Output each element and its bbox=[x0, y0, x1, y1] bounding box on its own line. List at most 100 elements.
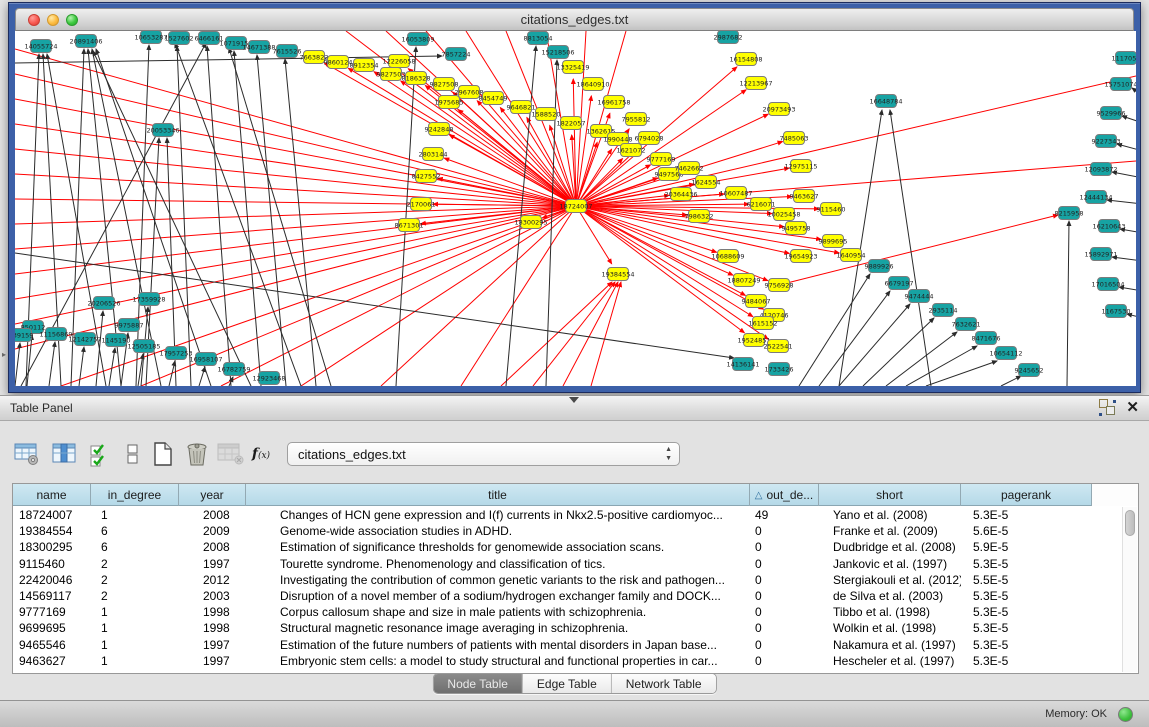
graph-edge[interactable] bbox=[15, 206, 576, 224]
cell-short[interactable]: Stergiakouli et al. (2012) bbox=[819, 572, 961, 588]
graph-edge[interactable] bbox=[15, 206, 576, 299]
window-titlebar[interactable]: citations_edges.txt bbox=[15, 8, 1134, 31]
cell-title[interactable]: Corpus callosum shape and size in male p… bbox=[246, 604, 750, 620]
cell-name[interactable]: 19384554 bbox=[13, 523, 91, 539]
cell-short[interactable]: Franke et al. (2009) bbox=[819, 523, 961, 539]
graph-edge[interactable] bbox=[1067, 221, 1069, 386]
cell-out_degree[interactable]: 49 bbox=[750, 507, 819, 523]
network-view-window[interactable]: citations_edges.txt 18724007766382298601… bbox=[8, 2, 1141, 393]
cell-out_degree[interactable]: 0 bbox=[750, 620, 819, 636]
graph-node[interactable]: 9529966 bbox=[1097, 107, 1126, 120]
show-columns-button[interactable] bbox=[50, 439, 80, 469]
cell-out_degree[interactable]: 0 bbox=[750, 572, 819, 588]
cell-name[interactable]: 18300295 bbox=[13, 539, 91, 555]
network-canvas[interactable]: 1872400776638229860124891235412226058982… bbox=[15, 31, 1136, 386]
table-row[interactable]: 969969511998Structural magnetic resonanc… bbox=[13, 620, 1138, 636]
graph-node[interactable]: 12093872 bbox=[1084, 163, 1117, 176]
graph-node[interactable]: 8912354 bbox=[350, 59, 379, 72]
graph-edge[interactable] bbox=[285, 59, 316, 386]
graph-edge[interactable] bbox=[96, 311, 103, 386]
graph-node[interactable]: 7632621 bbox=[952, 318, 981, 331]
graph-node[interactable]: 20053346 bbox=[146, 124, 179, 137]
graph-edge[interactable] bbox=[177, 46, 191, 386]
cell-title[interactable]: Genome-wide association studies in ADHD. bbox=[246, 523, 750, 539]
cell-name[interactable]: 14569117 bbox=[13, 588, 91, 604]
cell-short[interactable]: Yano et al. (2008) bbox=[819, 507, 961, 523]
cell-pagerank[interactable]: 5.3E-5 bbox=[961, 507, 1092, 523]
cell-short[interactable]: Hescheler et al. (1997) bbox=[819, 653, 961, 669]
cell-short[interactable]: Tibbo et al. (1998) bbox=[819, 604, 961, 620]
table-options-button[interactable] bbox=[12, 439, 42, 469]
cell-name[interactable]: 9115460 bbox=[13, 556, 91, 572]
graph-node[interactable]: 9860124 bbox=[324, 56, 353, 69]
graph-node[interactable]: 2522541 bbox=[764, 340, 793, 353]
graph-node[interactable]: 12975115 bbox=[784, 160, 817, 173]
cell-year[interactable]: 1997 bbox=[179, 637, 246, 653]
graph-node[interactable]: 17359928 bbox=[132, 293, 165, 306]
graph-node[interactable]: 9495758 bbox=[782, 222, 811, 235]
graph-node[interactable]: 12142757 bbox=[68, 333, 101, 346]
graph-edge[interactable] bbox=[221, 206, 576, 386]
delete-column-button[interactable] bbox=[182, 439, 212, 469]
cell-name[interactable]: 9465546 bbox=[13, 637, 91, 653]
table-row[interactable]: 946362711997Embryonic stem cells: a mode… bbox=[13, 653, 1138, 669]
hidden-panel-arrow[interactable]: ▸ bbox=[2, 350, 6, 359]
graph-edge[interactable] bbox=[576, 206, 612, 264]
graph-node[interactable]: 12444134 bbox=[1079, 191, 1112, 204]
graph-node[interactable]: 12226058 bbox=[382, 55, 415, 68]
graph-node[interactable]: 9474444 bbox=[905, 290, 934, 303]
graph-node[interactable]: 1145190 bbox=[102, 334, 131, 347]
cell-pagerank[interactable]: 5.9E-5 bbox=[961, 539, 1092, 555]
cell-in_degree[interactable]: 1 bbox=[91, 620, 179, 636]
cell-short[interactable]: de Silva et al. (2003) bbox=[819, 588, 961, 604]
graph-node[interactable]: 8813054 bbox=[524, 32, 553, 45]
vertical-scrollbar[interactable] bbox=[1122, 507, 1137, 672]
graph-node[interactable]: 9242848 bbox=[425, 123, 454, 136]
graph-node[interactable]: 12213967 bbox=[739, 77, 772, 90]
graph-node[interactable]: 14671388 bbox=[242, 41, 275, 54]
cell-title[interactable]: Structural magnetic resonance image aver… bbox=[246, 620, 750, 636]
graph-node[interactable]: 16648784 bbox=[869, 95, 902, 108]
graph-node[interactable]: 8454749 bbox=[479, 92, 508, 105]
graph-edge[interactable] bbox=[136, 45, 149, 386]
cell-in_degree[interactable]: 2 bbox=[91, 588, 179, 604]
tab-edge-table[interactable]: Edge Table bbox=[522, 674, 611, 693]
cell-out_degree[interactable]: 0 bbox=[750, 539, 819, 555]
graph-node[interactable]: 9889926 bbox=[865, 260, 894, 273]
cell-title[interactable]: Tourette syndrome. Phenomenology and cla… bbox=[246, 556, 750, 572]
cell-out_degree[interactable]: 0 bbox=[750, 653, 819, 669]
table-selector[interactable]: citations_edges.txt ▲▼ bbox=[287, 442, 680, 466]
graph-node[interactable]: 9756928 bbox=[765, 279, 794, 292]
cell-pagerank[interactable]: 5.3E-5 bbox=[961, 620, 1092, 636]
cell-year[interactable]: 2009 bbox=[179, 523, 246, 539]
graph-node[interactable]: 1733426 bbox=[765, 363, 794, 376]
graph-node[interactable]: 1621072 bbox=[617, 144, 646, 157]
cell-title[interactable]: Investigating the contribution of common… bbox=[246, 572, 750, 588]
cell-out_degree[interactable]: 0 bbox=[750, 604, 819, 620]
graph-edge[interactable] bbox=[15, 149, 576, 206]
cell-title[interactable]: Changes of HCN gene expression and I(f) … bbox=[246, 507, 750, 523]
graph-node[interactable]: 12505185 bbox=[127, 340, 160, 353]
graph-edge[interactable] bbox=[49, 342, 55, 386]
graph-node[interactable]: 10654112 bbox=[989, 347, 1022, 360]
graph-node[interactable]: 15892971 bbox=[1084, 248, 1117, 261]
graph-node[interactable]: 7485063 bbox=[780, 132, 809, 145]
column-header-out_degree[interactable]: △out_de... bbox=[750, 484, 819, 506]
graph-node[interactable]: 9463627 bbox=[790, 190, 819, 203]
cell-in_degree[interactable]: 6 bbox=[91, 523, 179, 539]
cell-name[interactable]: 22420046 bbox=[13, 572, 91, 588]
graph-node[interactable]: 18300295 bbox=[514, 216, 547, 229]
graph-node[interactable]: 1117053 bbox=[1112, 52, 1136, 65]
graph-edge[interactable] bbox=[886, 332, 957, 386]
table-row[interactable]: 911546021997Tourette syndrome. Phenomeno… bbox=[13, 556, 1138, 572]
column-header-title[interactable]: title bbox=[246, 484, 750, 506]
cell-out_degree[interactable]: 0 bbox=[750, 523, 819, 539]
cell-year[interactable]: 2003 bbox=[179, 588, 246, 604]
graph-node[interactable]: 1527602 bbox=[165, 32, 194, 45]
memory-status-indicator[interactable] bbox=[1118, 707, 1133, 722]
scrollbar-thumb[interactable] bbox=[1125, 510, 1135, 536]
graph-node[interactable]: 12923468 bbox=[252, 372, 285, 385]
graph-node[interactable]: 9484067 bbox=[742, 295, 771, 308]
graph-node[interactable]: 7986322 bbox=[685, 210, 714, 223]
cell-pagerank[interactable]: 5.3E-5 bbox=[961, 588, 1092, 604]
